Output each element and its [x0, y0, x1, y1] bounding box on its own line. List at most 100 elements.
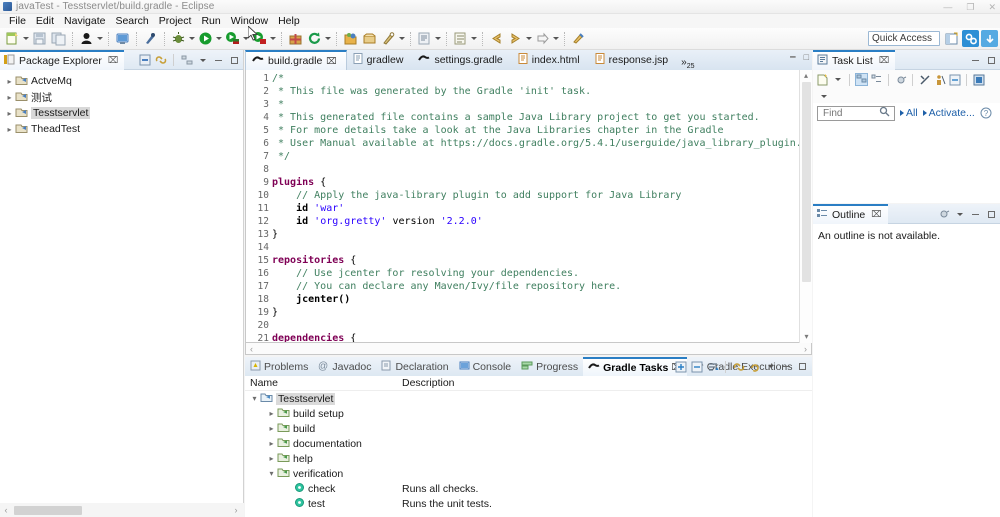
- gradle-task-row[interactable]: check Runs all checks.: [245, 481, 812, 496]
- menu-item-navigate[interactable]: Navigate: [59, 14, 110, 28]
- code-editor[interactable]: 1/* 2 * This file was generated by the Gr…: [245, 70, 812, 343]
- expand-arrow-icon[interactable]: ▸: [4, 125, 15, 134]
- expand-arrow-icon[interactable]: ▸: [266, 424, 277, 433]
- maximize-icon[interactable]: [228, 54, 241, 67]
- tab-task-list[interactable]: Task List ⌧: [813, 49, 896, 70]
- expand-arrow-icon[interactable]: ▸: [4, 93, 15, 102]
- minimize-icon[interactable]: [969, 54, 982, 67]
- save-all-icon[interactable]: [50, 30, 67, 47]
- maximize-icon[interactable]: [796, 360, 809, 373]
- tab-response-jsp[interactable]: response.jsp: [589, 50, 678, 70]
- minimize-button[interactable]: —: [943, 2, 952, 12]
- run-dropdown-icon[interactable]: [215, 30, 223, 47]
- refresh-dropdown-icon[interactable]: [324, 30, 332, 47]
- forward-icon[interactable]: [507, 30, 524, 47]
- scroll-right-icon[interactable]: ›: [230, 505, 242, 515]
- minimize-icon[interactable]: ━: [790, 52, 795, 63]
- column-header-name[interactable]: Name: [245, 377, 402, 389]
- link-with-editor-icon[interactable]: [154, 54, 167, 67]
- gradle-task-row[interactable]: ▾ Tesstservlet: [245, 391, 812, 406]
- package-explorer-hscrollbar[interactable]: ‹ ›: [0, 503, 244, 517]
- collapse-all-icon[interactable]: [138, 54, 151, 67]
- tree-item-theadtest[interactable]: ▸ TheadTest: [0, 121, 243, 137]
- scroll-left-icon[interactable]: ‹: [0, 505, 12, 515]
- new-task-icon[interactable]: [816, 73, 829, 86]
- run-icon[interactable]: [197, 30, 214, 47]
- next-annotation-icon[interactable]: [534, 30, 551, 47]
- expand-arrow-icon[interactable]: ▸: [4, 109, 15, 118]
- minimize-icon[interactable]: [969, 208, 982, 221]
- back-icon[interactable]: [488, 30, 505, 47]
- sort-icon[interactable]: [706, 360, 719, 373]
- maximize-icon[interactable]: □: [804, 52, 809, 63]
- categorized-presentation-icon[interactable]: [855, 73, 868, 86]
- gradle-task-row[interactable]: ▾ verification: [245, 466, 812, 481]
- gradle-task-row[interactable]: ▸ documentation: [245, 436, 812, 451]
- close-icon[interactable]: ⌧: [326, 56, 336, 67]
- debug-dropdown-icon[interactable]: [188, 30, 196, 47]
- close-icon[interactable]: ⌧: [108, 55, 118, 66]
- new-wizard-dropdown-icon[interactable]: [22, 30, 30, 47]
- focus-icon[interactable]: [918, 73, 931, 86]
- project-tree[interactable]: ▸ ActveMq ▸ 测试 ▸ Tesstservlet ▸ TheadTes…: [0, 70, 243, 137]
- stop-server-icon[interactable]: [251, 30, 268, 47]
- browse-dropdown-icon[interactable]: [434, 30, 442, 47]
- tab-declaration[interactable]: Declaration: [376, 357, 453, 376]
- last-edit-icon[interactable]: [570, 30, 587, 47]
- collapse-arrow-icon[interactable]: ▾: [266, 469, 277, 478]
- java-perspective-icon[interactable]: [962, 30, 979, 47]
- gradle-task-row[interactable]: ▸ help: [245, 451, 812, 466]
- menu-item-window[interactable]: Window: [226, 14, 273, 28]
- maximize-icon[interactable]: [985, 54, 998, 67]
- tab-gradle-tasks[interactable]: Gradle Tasks ⌧: [583, 357, 687, 376]
- link-icon[interactable]: [732, 360, 745, 373]
- scroll-down-icon[interactable]: ▾: [800, 331, 813, 343]
- new-wizard-icon[interactable]: [4, 30, 21, 47]
- expand-arrow-icon[interactable]: ▸: [266, 409, 277, 418]
- next-annotation-dropdown-icon[interactable]: [552, 30, 560, 47]
- tree-item-ceshi[interactable]: ▸ 测试: [0, 89, 243, 105]
- view-menu-hierarchy-icon[interactable]: [180, 54, 193, 67]
- person-icon[interactable]: [78, 30, 95, 47]
- focus-on-workweek-icon[interactable]: [933, 73, 946, 86]
- tab-settings-gradle[interactable]: settings.gradle: [412, 50, 511, 70]
- expand-all-icon[interactable]: [674, 360, 687, 373]
- refresh-icon[interactable]: [306, 30, 323, 47]
- tab-javadoc[interactable]: @ Javadoc: [313, 357, 376, 376]
- close-icon[interactable]: ⌧: [871, 209, 881, 220]
- tab-outline[interactable]: Outline ⌧: [813, 203, 888, 224]
- link-with-editor-icon[interactable]: [937, 208, 950, 221]
- debug-perspective-icon[interactable]: [981, 30, 998, 47]
- collapse-arrow-icon[interactable]: ▾: [249, 394, 260, 403]
- view-menu-icon[interactable]: [764, 360, 777, 373]
- scroll-up-icon[interactable]: ▴: [800, 70, 812, 82]
- tree-item-activemq[interactable]: ▸ ActveMq: [0, 73, 243, 89]
- menu-item-run[interactable]: Run: [196, 14, 225, 28]
- quick-outline-dropdown-icon[interactable]: [470, 30, 478, 47]
- menu-item-search[interactable]: Search: [110, 14, 153, 28]
- open-perspective-icon[interactable]: [943, 30, 960, 47]
- quick-access[interactable]: Quick Access: [868, 31, 940, 46]
- stop-server-dropdown-icon[interactable]: [269, 30, 277, 47]
- menu-item-help[interactable]: Help: [273, 14, 305, 28]
- expand-arrow-icon[interactable]: ▸: [266, 454, 277, 463]
- search-icon[interactable]: [380, 30, 397, 47]
- run-server-dropdown-icon[interactable]: [242, 30, 250, 47]
- vscrollbar-thumb[interactable]: [802, 82, 811, 282]
- new-package-icon[interactable]: [287, 30, 304, 47]
- help-icon[interactable]: ?: [980, 107, 993, 120]
- gradle-task-row[interactable]: test Runs the unit tests.: [245, 496, 812, 511]
- view-menu-icon[interactable]: [196, 54, 209, 67]
- expand-arrow-icon[interactable]: ▸: [266, 439, 277, 448]
- search-icon[interactable]: [879, 106, 890, 120]
- scrollbar-thumb[interactable]: [14, 505, 82, 515]
- menu-item-file[interactable]: File: [4, 14, 31, 28]
- editor-hscrollbar[interactable]: ‹ ›: [245, 343, 812, 355]
- column-header-description[interactable]: Description: [402, 377, 455, 389]
- browse-icon[interactable]: [416, 30, 433, 47]
- collapse-all-icon[interactable]: [948, 73, 961, 86]
- close-icon[interactable]: ⌧: [879, 55, 889, 66]
- quick-access-input[interactable]: Quick Access: [868, 31, 940, 46]
- tree-item-tesstservlet[interactable]: ▸ Tesstservlet: [0, 105, 243, 121]
- tab-console[interactable]: Console: [454, 357, 517, 376]
